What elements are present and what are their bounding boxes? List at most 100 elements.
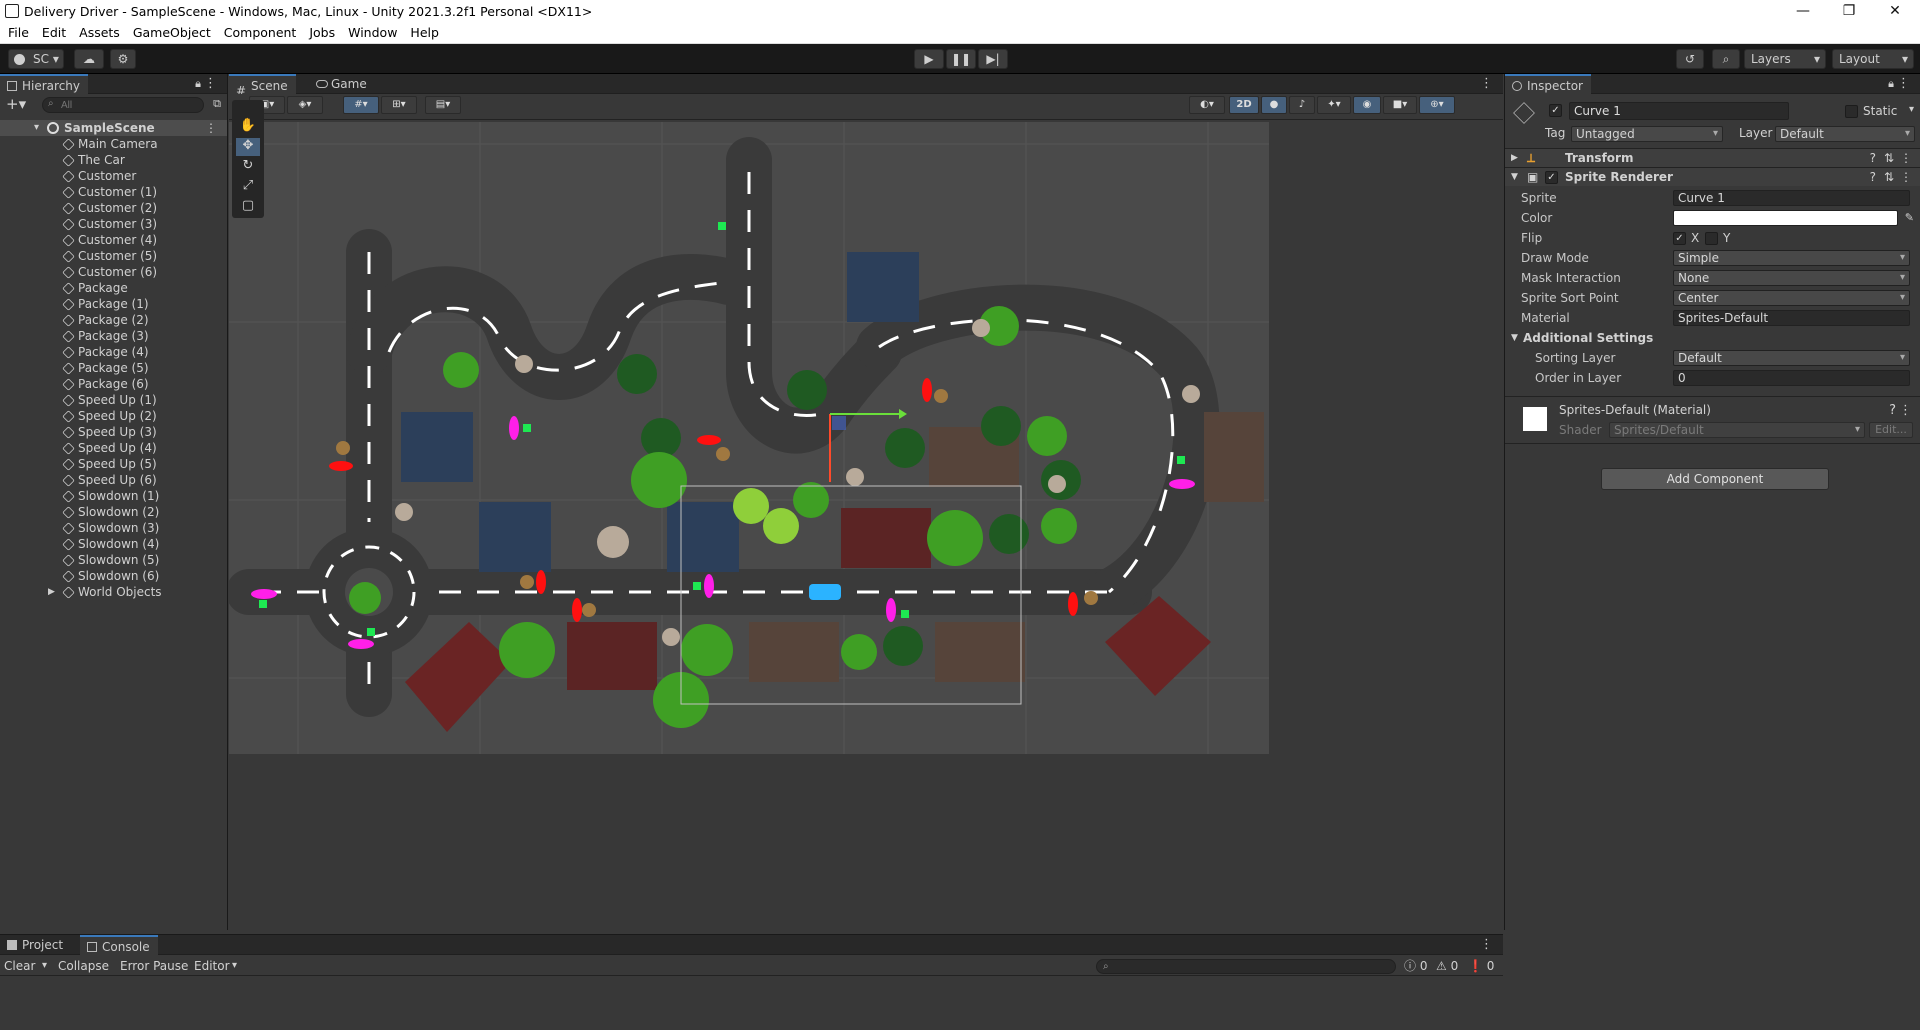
eyedropper-icon[interactable]: ✎ <box>1905 209 1914 227</box>
error-count[interactable]: ❗ 0 <box>1468 956 1494 976</box>
more-icon[interactable]: ⋮ <box>205 120 217 136</box>
sorting-layer-dropdown[interactable]: Default <box>1673 350 1910 366</box>
hierarchy-item[interactable]: Speed Up (6) <box>0 472 227 488</box>
align-button[interactable]: ▤▾ <box>425 96 461 114</box>
clear-button[interactable]: Clear <box>4 956 35 976</box>
hierarchy-item[interactable]: Slowdown (3) <box>0 520 227 536</box>
hierarchy-item[interactable]: Customer (4) <box>0 232 227 248</box>
tab-console[interactable]: Console <box>80 935 158 955</box>
flip-x-checkbox[interactable]: ✓ <box>1673 232 1686 245</box>
transform-header[interactable]: ▶ ⟂ Transform ? ⇅ ⋮ <box>1505 148 1920 167</box>
hierarchy-item[interactable]: Customer (5) <box>0 248 227 264</box>
hierarchy-item[interactable]: Speed Up (3) <box>0 424 227 440</box>
lock-icon[interactable]: 🔒︎ <box>195 77 201 91</box>
menu-edit[interactable]: Edit <box>34 24 71 40</box>
layers-dropdown[interactable]: Layers ▾ <box>1744 49 1826 69</box>
scene-viewport[interactable] <box>229 122 1269 754</box>
shader-dropdown[interactable]: Sprites/Default <box>1609 422 1865 438</box>
hierarchy-item[interactable]: Package <box>0 280 227 296</box>
object-name-input[interactable] <box>1569 102 1789 120</box>
lighting-button[interactable]: ● <box>1261 96 1287 114</box>
layer-dropdown[interactable]: Default <box>1775 126 1915 142</box>
move-tool-icon[interactable]: ✥ <box>236 138 260 156</box>
chevron-right-icon[interactable]: ▶ <box>48 584 55 600</box>
rect-tool-icon[interactable]: ▢ <box>236 198 260 216</box>
tag-dropdown[interactable]: Untagged <box>1571 126 1723 142</box>
hierarchy-item[interactable]: Package (5) <box>0 360 227 376</box>
more-icon[interactable]: ⋮ <box>1900 168 1912 186</box>
help-icon[interactable]: ? <box>1889 403 1896 418</box>
menu-gameobject[interactable]: GameObject <box>125 24 216 40</box>
hierarchy-item[interactable]: Customer (3) <box>0 216 227 232</box>
draw-mode-dropdown[interactable]: Simple <box>1673 250 1910 266</box>
collab-button[interactable]: ⚙ <box>110 49 136 69</box>
tab-scene[interactable]: # Scene <box>229 74 296 98</box>
sprite-renderer-header[interactable]: ▼ ▣ ✓ Sprite Renderer ? ⇅ ⋮ <box>1505 167 1920 186</box>
visibility-button[interactable]: ◉ <box>1353 96 1381 114</box>
flip-y-checkbox[interactable] <box>1705 232 1718 245</box>
hierarchy-item[interactable]: Package (2) <box>0 312 227 328</box>
more-icon[interactable]: ⋮ <box>1897 76 1910 91</box>
info-count[interactable]: ⓘ 0 <box>1404 956 1427 976</box>
hierarchy-item[interactable]: Speed Up (1) <box>0 392 227 408</box>
chevron-down-icon[interactable]: ▾ <box>1909 104 1914 115</box>
hierarchy-item[interactable]: Customer (2) <box>0 200 227 216</box>
tab-inspector[interactable]: Inspector <box>1505 74 1591 94</box>
scene-canvas[interactable] <box>229 122 1269 754</box>
gizmos-button[interactable]: ⊕▾ <box>1419 96 1455 114</box>
hierarchy-item[interactable]: Package (3) <box>0 328 227 344</box>
sprite-value[interactable]: Curve 1 <box>1673 190 1910 206</box>
more-icon[interactable]: ⋮ <box>1480 937 1493 952</box>
material-value[interactable]: Sprites-Default <box>1673 310 1910 326</box>
hand-tool-icon[interactable]: ✋ <box>236 118 260 136</box>
active-checkbox[interactable]: ✓ <box>1549 104 1562 117</box>
additional-settings-foldout[interactable]: ▼ Additional Settings <box>1505 329 1920 347</box>
shading-button[interactable]: ◐▾ <box>1189 96 1225 114</box>
add-component-button[interactable]: Add Component <box>1601 468 1829 490</box>
more-icon[interactable]: ⋮ <box>1480 76 1493 91</box>
menu-file[interactable]: File <box>0 24 34 40</box>
order-in-layer-input[interactable]: 0 <box>1673 370 1910 386</box>
camera-button[interactable]: ■▾ <box>1383 96 1417 114</box>
tab-project[interactable]: Project <box>0 935 71 955</box>
scale-tool-icon[interactable]: ⤢ <box>236 178 260 196</box>
color-swatch[interactable] <box>1673 210 1898 226</box>
more-icon[interactable]: ⋮ <box>1900 149 1912 167</box>
account-button[interactable]: SC ▾ <box>8 49 64 69</box>
hierarchy-item[interactable]: Customer <box>0 168 227 184</box>
sprite-sort-point-dropdown[interactable]: Center <box>1673 290 1910 306</box>
hierarchy-item[interactable]: Customer (6) <box>0 264 227 280</box>
hierarchy-item[interactable]: Package (1) <box>0 296 227 312</box>
collapse-button[interactable]: Collapse <box>58 956 109 976</box>
editor-dropdown[interactable]: Editor <box>194 956 230 976</box>
lock-icon[interactable]: 🔒︎ <box>1888 77 1894 91</box>
grid-snap-button[interactable]: #▾ <box>343 96 379 114</box>
search-button[interactable]: ⌕ <box>1712 49 1740 69</box>
cloud-button[interactable]: ☁ <box>74 49 104 69</box>
tab-game[interactable]: Game <box>309 74 375 94</box>
play-button[interactable]: ▶ <box>914 49 944 69</box>
chevron-down-icon[interactable]: ▾ <box>42 956 47 976</box>
increment-snap-button[interactable]: ⊞▾ <box>381 96 417 114</box>
add-icon[interactable]: +▾ <box>6 95 26 113</box>
hierarchy-item[interactable]: Speed Up (2) <box>0 408 227 424</box>
close-button[interactable]: ✕ <box>1872 0 1918 24</box>
render-mode-button[interactable]: ◈▾ <box>287 96 323 114</box>
help-icon[interactable]: ? <box>1870 149 1876 167</box>
mask-interaction-dropdown[interactable]: None <box>1673 270 1910 286</box>
edit-shader-button[interactable]: Edit... <box>1869 422 1913 438</box>
hierarchy-item[interactable]: Slowdown (1) <box>0 488 227 504</box>
menu-assets[interactable]: Assets <box>71 24 125 40</box>
menu-window[interactable]: Window <box>340 24 402 40</box>
hierarchy-item[interactable]: Package (4) <box>0 344 227 360</box>
hierarchy-item[interactable]: Slowdown (4) <box>0 536 227 552</box>
hierarchy-item[interactable]: Speed Up (5) <box>0 456 227 472</box>
hierarchy-item[interactable]: ▶ World Objects <box>0 584 227 600</box>
menu-help[interactable]: Help <box>402 24 444 40</box>
gizmo-plane-handle[interactable] <box>832 416 846 430</box>
audio-button[interactable]: ♪ <box>1289 96 1315 114</box>
hierarchy-item[interactable]: Main Camera <box>0 136 227 152</box>
hierarchy-item[interactable]: Customer (1) <box>0 184 227 200</box>
maximize-button[interactable]: ❐ <box>1826 0 1872 24</box>
help-icon[interactable]: ? <box>1870 168 1876 186</box>
